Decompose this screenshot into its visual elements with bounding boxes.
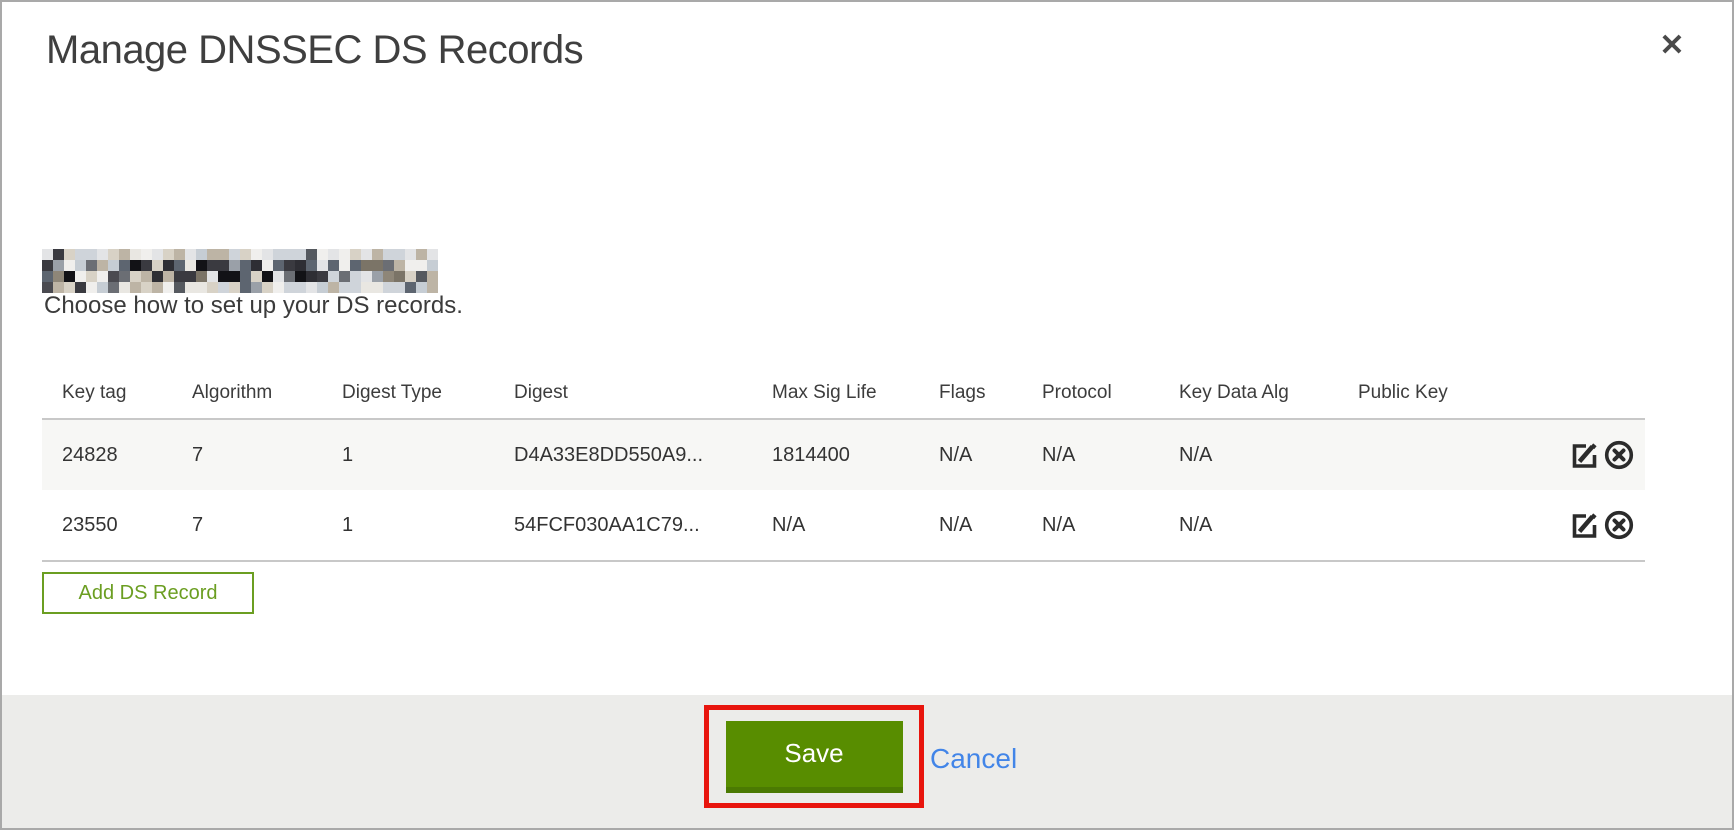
edit-icon[interactable] (1569, 439, 1601, 471)
cell-key-tag: 23550 (42, 514, 172, 537)
header-digest: Digest (494, 382, 752, 418)
header-key-tag: Key tag (42, 382, 172, 418)
manage-dnssec-dialog: Manage DNSSEC DS Records ✕ Choose how to… (0, 0, 1734, 830)
save-button[interactable]: Save (726, 721, 903, 793)
header-digest-type: Digest Type (322, 382, 494, 418)
cell-digest: D4A33E8DD550A9... (494, 444, 752, 467)
cell-digest-type: 1 (322, 444, 494, 467)
add-ds-record-button[interactable]: Add DS Record (42, 572, 254, 614)
circle-x-delete-icon[interactable] (1603, 439, 1635, 471)
cancel-link[interactable]: Cancel (930, 743, 1017, 775)
header-flags: Flags (919, 382, 1022, 418)
cell-algorithm: 7 (172, 514, 322, 537)
cell-key-data-alg: N/A (1159, 444, 1338, 467)
cell-max-sig-life: N/A (752, 514, 919, 537)
cell-max-sig-life: 1814400 (752, 444, 919, 467)
redacted-domain-name (42, 249, 438, 293)
dialog-footer: Save Cancel (2, 695, 1732, 828)
header-key-data-alg: Key Data Alg (1159, 382, 1338, 418)
dialog-title: Manage DNSSEC DS Records (46, 28, 583, 73)
table-header-row: Key tag Algorithm Digest Type Digest Max… (42, 368, 1645, 420)
cell-key-data-alg: N/A (1159, 514, 1338, 537)
cell-protocol: N/A (1022, 514, 1159, 537)
cell-algorithm: 7 (172, 444, 322, 467)
setup-instruction-text: Choose how to set up your DS records. (44, 292, 463, 320)
header-public-key: Public Key (1338, 382, 1528, 418)
cell-digest: 54FCF030AA1C79... (494, 514, 752, 537)
red-annotation-box: Save (704, 705, 924, 808)
ds-records-table: Key tag Algorithm Digest Type Digest Max… (42, 368, 1645, 562)
table-row: 24828 7 1 D4A33E8DD550A9... 1814400 N/A … (42, 420, 1645, 490)
close-icon[interactable]: ✕ (1652, 26, 1692, 66)
edit-icon[interactable] (1569, 509, 1601, 541)
cell-protocol: N/A (1022, 444, 1159, 467)
circle-x-delete-icon[interactable] (1603, 509, 1635, 541)
cell-key-tag: 24828 (42, 444, 172, 467)
cell-flags: N/A (919, 444, 1022, 467)
cell-digest-type: 1 (322, 514, 494, 537)
header-protocol: Protocol (1022, 382, 1159, 418)
header-max-sig-life: Max Sig Life (752, 382, 919, 418)
table-row: 23550 7 1 54FCF030AA1C79... N/A N/A N/A … (42, 490, 1645, 562)
cell-flags: N/A (919, 514, 1022, 537)
header-algorithm: Algorithm (172, 382, 322, 418)
